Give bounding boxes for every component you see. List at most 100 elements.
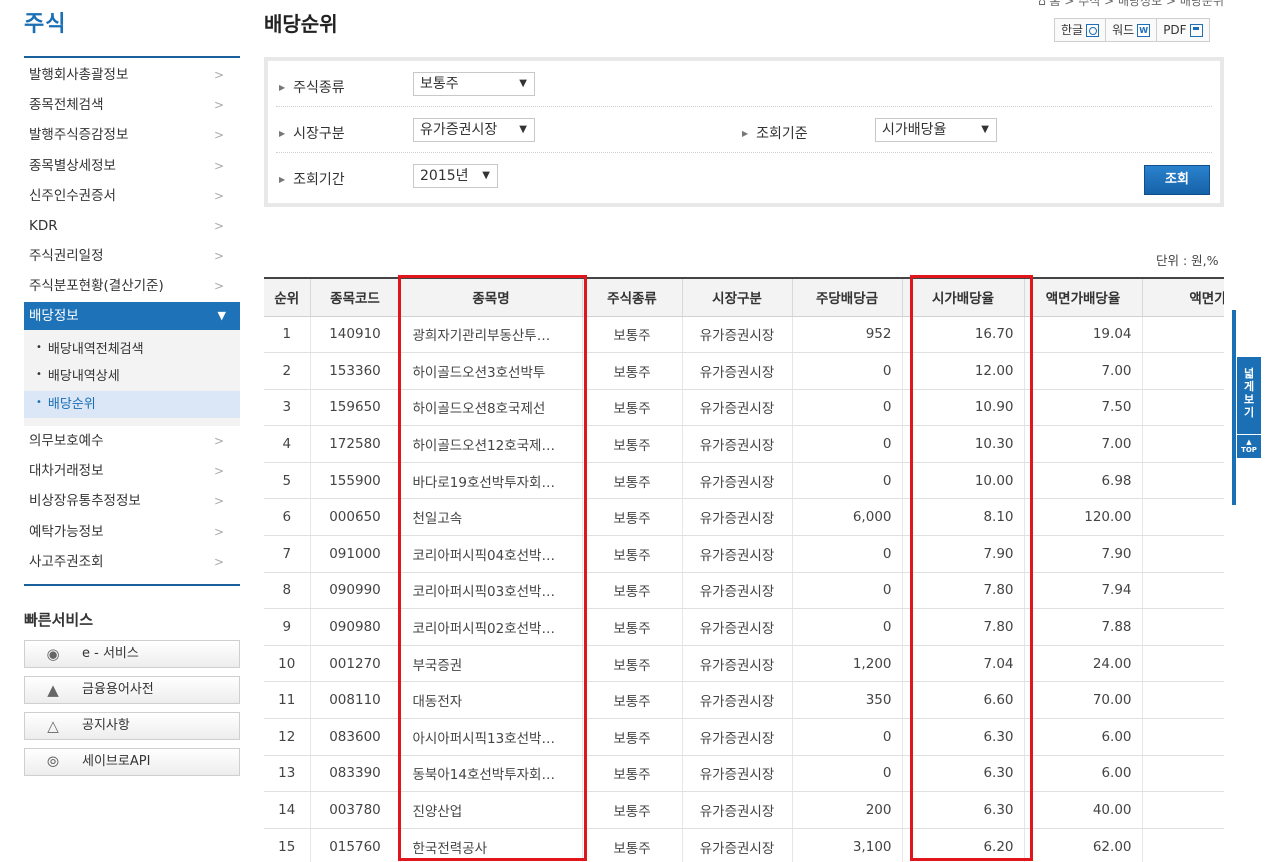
sidebar-item[interactable]: 발행회사총괄정보 > (24, 60, 240, 90)
table-cell: 7.50 (1024, 389, 1143, 427)
criteria-select[interactable]: 시가배당율 ▼ (875, 118, 997, 142)
table-cell: 동북아14호선박투자회… (400, 755, 583, 793)
sidebar-item-label: 발행주식증감정보 (29, 127, 129, 144)
table-cell: 광희자기관리부동산투… (400, 316, 583, 354)
sidebar-item[interactable]: 신주인수권증서 > (24, 181, 240, 211)
table-cell: 0 (792, 718, 903, 756)
export-label: 한글 (1061, 23, 1084, 37)
chevron-right-icon: > (213, 524, 224, 539)
table-cell: 11 (264, 681, 311, 720)
quick-dictionary-button[interactable]: ▲ 금융용어사전 (24, 676, 240, 704)
table-row[interactable]: 9090980코리아퍼시픽02호선박…보통주유가증권시장07.807.885,0 (264, 608, 1224, 646)
table-cell: 5,0 (1142, 425, 1224, 463)
search-row: ▶ 주식종류 보통주 ▼ (276, 61, 1212, 107)
dropdown-arrow-icon: ▼ (519, 78, 527, 89)
table-cell: 7.94 (1024, 572, 1143, 610)
export-hwp-button[interactable]: 한글 (1055, 19, 1107, 41)
sidebar-item-dividend-info[interactable]: 배당정보 ▼ (24, 301, 240, 330)
table-row[interactable]: 6000650천일고속보통주유가증권시장6,0008.10120.005,0 (264, 498, 1224, 537)
sidebar-item[interactable]: 주식권리일정 > (24, 241, 240, 271)
export-label: 워드 (1112, 23, 1135, 37)
scroll-top-button[interactable]: ▲ TOP (1237, 434, 1261, 458)
chevron-right-icon: > (213, 434, 224, 448)
table-row[interactable]: 3159650하이골드오션8호국제선보통주유가증권시장010.907.505,0 (264, 389, 1224, 427)
table-cell: 5,0 (1142, 755, 1224, 793)
dropdown-arrow-icon: ▼ (981, 124, 989, 135)
table-cell: 보통주 (582, 718, 683, 756)
sidebar-item[interactable]: 종목전체검색 > (24, 90, 240, 120)
table-row[interactable]: 5155900바다로19호선박투자회…보통주유가증권시장010.006.985,… (264, 462, 1224, 500)
table-cell: 유가증권시장 (682, 498, 793, 537)
table-cell: 5,0 (1142, 389, 1224, 427)
wide-view-tab[interactable]: 넓게보기 (1237, 357, 1261, 439)
quick-api-button[interactable]: ⦾ 세이브로API (24, 748, 240, 776)
sidebar-item-label: 주식권리일정 (29, 248, 104, 265)
quick-eservice-button[interactable]: ◉ e - 서비스 (24, 640, 240, 668)
sidebar-item[interactable]: 비상장유통추정정보 > (24, 486, 240, 516)
submenu-item-current[interactable]: • 배당순위 (24, 390, 240, 418)
table-cell: 바다로19호선박투자회… (400, 462, 583, 500)
sidebar-item[interactable]: 주식분포현황(결산기준) > (24, 271, 240, 301)
period-select[interactable]: 2015년 ▼ (413, 164, 498, 188)
table-cell: 5,0 (1142, 608, 1224, 646)
sidebar-item[interactable]: 의무보호예수 > (24, 426, 240, 456)
table-cell: 6.98 (1024, 462, 1143, 500)
search-button[interactable]: 조회 (1144, 165, 1210, 195)
table-row[interactable]: 1 140910 광희자기관리부동산투… 보통주 유가증권시장 952 16.70 19.04… (264, 316, 1224, 354)
table-cell: 보통주 (582, 352, 683, 390)
table-cell: 7.90 (1024, 535, 1143, 573)
table-cell: 350 (792, 681, 903, 720)
table-cell: 보통주 (582, 316, 683, 354)
sidebar-item[interactable]: 대차거래정보 > (24, 456, 240, 486)
table-cell: 유가증권시장 (682, 425, 793, 463)
table-row[interactable]: 13083390동북아14호선박투자회…보통주유가증권시장06.306.005,… (264, 755, 1224, 793)
triangle-right-icon: ▶ (279, 175, 286, 184)
column-header: 액면가배당율 (1024, 277, 1143, 317)
table-cell: 1,200 (792, 645, 903, 683)
sidebar-item-label: 의무보호예수 (29, 433, 104, 449)
stock-type-label: ▶ 주식종류 (279, 77, 345, 97)
table-row[interactable]: 7091000코리아퍼시픽04호선박…보통주유가증권시장07.907.905,0 (264, 535, 1224, 573)
search-panel: ▶ 주식종류 보통주 ▼ ▶ 시장구분 유가증권시장 ▼ ▶ 조회기준 시가배당율 ▼ ▶ 조… (264, 57, 1224, 207)
table-cell: 12.00 (902, 352, 1025, 390)
sidebar-item[interactable]: 사고주권조회 > (24, 547, 240, 577)
sidebar-item-label: 사고주권조회 (29, 553, 104, 570)
table-row[interactable]: 4172580하이골드오션12호국제…보통주유가증권시장010.307.005,… (264, 425, 1224, 463)
submenu-item[interactable]: • 배당내역전체검색 (24, 336, 240, 364)
table-row[interactable]: 11008110대동전자보통주유가증권시장3506.6070.005 (264, 681, 1224, 720)
market-select[interactable]: 유가증권시장 ▼ (413, 118, 535, 142)
table-row[interactable]: 10001270부국증권보통주유가증권시장1,2007.0424.005,0 (264, 645, 1224, 683)
submenu-item[interactable]: • 배당내역상세 (24, 363, 240, 391)
sidebar-item[interactable]: 종목별상세정보 > (24, 151, 240, 181)
table-cell: 유가증권시장 (682, 755, 793, 793)
table-cell: 유가증권시장 (682, 572, 793, 610)
table-row[interactable]: 15015760한국전력공사보통주유가증권시장3,1006.2062.005,0 (264, 828, 1224, 862)
table-cell: 6.30 (902, 791, 1025, 829)
export-pdf-button[interactable]: PDF (1157, 19, 1208, 41)
sidebar-item-label: 발행회사총괄정보 (29, 67, 129, 83)
sidebar-item[interactable]: KDR > (24, 211, 240, 241)
table-cell: 유가증권시장 (682, 681, 793, 720)
quick-notice-button[interactable]: △ 공지사항 (24, 712, 240, 740)
bullet-icon: • (36, 369, 42, 380)
table-cell: 0 (792, 755, 903, 793)
table-row[interactable]: 14003780진양산업보통주유가증권시장2006.3040.005 (264, 791, 1224, 829)
table-row[interactable]: 8090990코리아퍼시픽03호선박…보통주유가증권시장07.807.945,0 (264, 572, 1224, 610)
sidebar-item-label: 신주인수권증서 (29, 187, 116, 204)
column-header: 액면가 (1142, 277, 1224, 317)
globe-icon: ◉ (46, 645, 60, 663)
table-cell: 하이골드오션12호국제… (400, 425, 583, 463)
export-word-button[interactable]: 워드 (1106, 19, 1158, 42)
submenu-item-label: 배당순위 (47, 396, 96, 412)
sidebar-item[interactable]: 발행주식증감정보 > (24, 120, 240, 150)
table-row[interactable]: 2153360하이골드오션3호선박투보통주유가증권시장012.007.005,0 (264, 352, 1224, 390)
stock-type-select[interactable]: 보통주 ▼ (413, 72, 535, 96)
sidebar-item[interactable]: 예탁가능정보 > (24, 517, 240, 547)
table-row[interactable]: 12083600아시아퍼시픽13호선박…보통주유가증권시장06.306.005,… (264, 718, 1224, 756)
table-cell: 7 (264, 535, 311, 573)
ranking-table-container[interactable]: 순위 종목코드 종목명 주식종류 시장구분 주당배당금 시가배당율 액면가배당율 액면가 1 14… (264, 277, 1224, 862)
select-value: 유가증권시장 (420, 122, 498, 138)
sidebar-item-label: 대차거래정보 (29, 463, 104, 480)
table-cell: 0 (792, 572, 903, 610)
table-cell: 0 (792, 352, 903, 390)
